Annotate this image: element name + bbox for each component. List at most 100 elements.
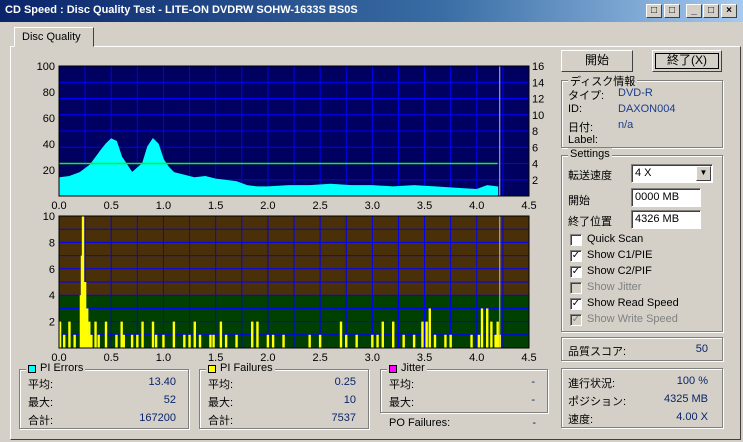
read-speed-label: 速度: — [568, 414, 594, 426]
pi-failure-bar — [271, 334, 275, 348]
pi-failures-chart: 1086420.0 0.5 1.0 1.5 2.0 2.5 3.0 3.5 4.0 4.5 — [43, 211, 537, 364]
pi-failure-bar — [130, 334, 134, 348]
pi-failure-bar — [266, 334, 270, 348]
pi-failure-bar — [188, 334, 191, 348]
settings-group: Settings 転送速度 4 X ▼ 開始 0000 MB 終了位置 4326… — [561, 148, 723, 332]
pi-failure-bar — [444, 334, 447, 348]
progress-group: 進行状況: 100 % ポジション: 4325 MB 速度: 4.00 X — [561, 368, 723, 428]
pi-failure-bar — [345, 334, 348, 348]
position-label: ポジション: — [568, 396, 627, 408]
pi-failure-bar — [219, 321, 223, 348]
pi-failures-avg-value: 0.25 — [334, 376, 356, 388]
jitter-max-value: - — [531, 394, 535, 406]
disc-id-value: DAXON004 — [618, 103, 676, 115]
x-tick-label: 2.5 — [312, 352, 327, 364]
speed-select-value: 4 X — [635, 167, 652, 179]
pi-failure-bar — [120, 321, 123, 348]
pi-failure-bar — [193, 321, 196, 348]
y-tick-label: 20 — [43, 165, 55, 177]
jitter-avg-label: 平均: — [389, 379, 415, 391]
disc-info-group: ディスク情報 タイプ: DVD-R ID: DAXON004 日付: n/a L… — [561, 73, 723, 148]
pi-errors-swatch — [28, 365, 36, 373]
pi-failure-bar — [428, 308, 431, 348]
y2-tick-label: 6 — [532, 142, 538, 154]
pi-failure-bar — [308, 334, 311, 348]
pi-failure-bar — [212, 334, 215, 348]
pi-failure-bar — [480, 308, 484, 348]
y-tick-label: 10 — [43, 211, 55, 223]
y2-tick-label: 12 — [532, 94, 544, 106]
y-tick-label: 60 — [43, 113, 55, 125]
pi-failures-swatch — [208, 365, 216, 373]
tab-disc-quality[interactable]: Disc Quality — [14, 27, 94, 47]
pi-errors-total-label: 合計: — [28, 415, 54, 427]
minimize-button[interactable]: _ — [686, 4, 702, 18]
disc-id-label: ID: — [568, 103, 583, 115]
pi-failure-bar — [421, 321, 424, 348]
pi-failure-bar — [490, 321, 493, 348]
speed-select[interactable]: 4 X ▼ — [631, 164, 713, 183]
end-position-input[interactable]: 4326 MB — [631, 210, 701, 229]
pi-failure-bar — [115, 334, 118, 348]
y2-tick-label: 8 — [532, 126, 538, 138]
pi-failure-bar — [235, 334, 238, 348]
pi-failure-bar — [63, 334, 66, 348]
y-tick-label: 80 — [43, 87, 55, 99]
y-tick-label: 8 — [49, 237, 55, 249]
pi-failure-bar — [198, 334, 202, 348]
speed-label: 転送速度 — [568, 170, 612, 182]
start-button[interactable]: 開始 — [561, 50, 633, 72]
settings-title: Settings — [568, 148, 612, 160]
start-position-input[interactable]: 0000 MB — [631, 188, 701, 207]
exit-button[interactable]: 終了(X) — [652, 50, 722, 72]
pi-failures-max-value: 10 — [343, 394, 356, 406]
pi-failure-bar — [381, 321, 384, 348]
checkbox-label: Show Jitter — [587, 281, 642, 293]
y2-tick-label: 4 — [532, 159, 538, 171]
pi-failure-bar — [151, 321, 155, 348]
pi-failure-bar — [97, 334, 100, 348]
pi-failure-bar — [83, 282, 87, 348]
y2-tick-label: 16 — [532, 61, 544, 73]
checkbox-show-read-speed[interactable]: ✓ — [570, 298, 582, 310]
checkbox-quick-scan[interactable] — [570, 234, 582, 246]
disc-date-label: 日付: — [568, 122, 594, 134]
po-failures-value: - — [532, 417, 536, 429]
pi-failure-bar — [183, 334, 186, 348]
pi-failure-bar — [433, 334, 437, 348]
pi-failure-bar — [88, 321, 91, 348]
pi-failure-bar — [355, 334, 358, 348]
checkbox-label: Show C1/PIE — [587, 249, 653, 261]
pi-failure-bar — [104, 321, 108, 348]
pi-failure-bar — [318, 334, 322, 348]
pi-failures-avg-label: 平均: — [208, 379, 234, 391]
pi-failure-bar — [90, 334, 93, 348]
y-tick-label: 40 — [43, 139, 55, 151]
progress-label: 進行状況: — [568, 378, 616, 390]
pi-failure-bar — [209, 334, 212, 348]
position-value: 4325 MB — [663, 393, 708, 405]
pi-failure-bar — [449, 334, 452, 348]
x-tick-label: 0.5 — [104, 352, 119, 364]
pi-failure-bar — [339, 321, 343, 348]
pi-errors-max-label: 最大: — [28, 397, 54, 409]
pi-failures-total-value: 7537 — [331, 412, 356, 424]
chevron-down-icon[interactable]: ▼ — [696, 166, 711, 181]
progress-value: 100 % — [676, 375, 708, 387]
x-tick-label: 1.0 — [156, 352, 171, 364]
checkbox-show-c1-pie[interactable]: ✓ — [570, 250, 582, 262]
app-icon[interactable]: □ — [664, 4, 680, 18]
maximize-button[interactable]: □ — [703, 4, 719, 18]
pi-failures-title: PI Failures — [206, 362, 275, 374]
pi-failure-bar — [256, 321, 259, 348]
checkbox-show-c2-pif[interactable]: ✓ — [570, 266, 582, 278]
restore-icon[interactable]: □ — [646, 4, 662, 18]
checkbox-label: Show Read Speed — [587, 297, 679, 309]
quality-score-group: 品質スコア: 50 — [561, 337, 723, 361]
disc-type-label: タイプ: — [568, 90, 605, 102]
pi-failure-bar — [477, 334, 481, 348]
y2-tick-label: 10 — [532, 110, 544, 122]
close-button[interactable]: × — [721, 4, 737, 18]
pi-failure-bar — [224, 334, 228, 348]
pi-errors-total-value: 167200 — [139, 412, 176, 424]
